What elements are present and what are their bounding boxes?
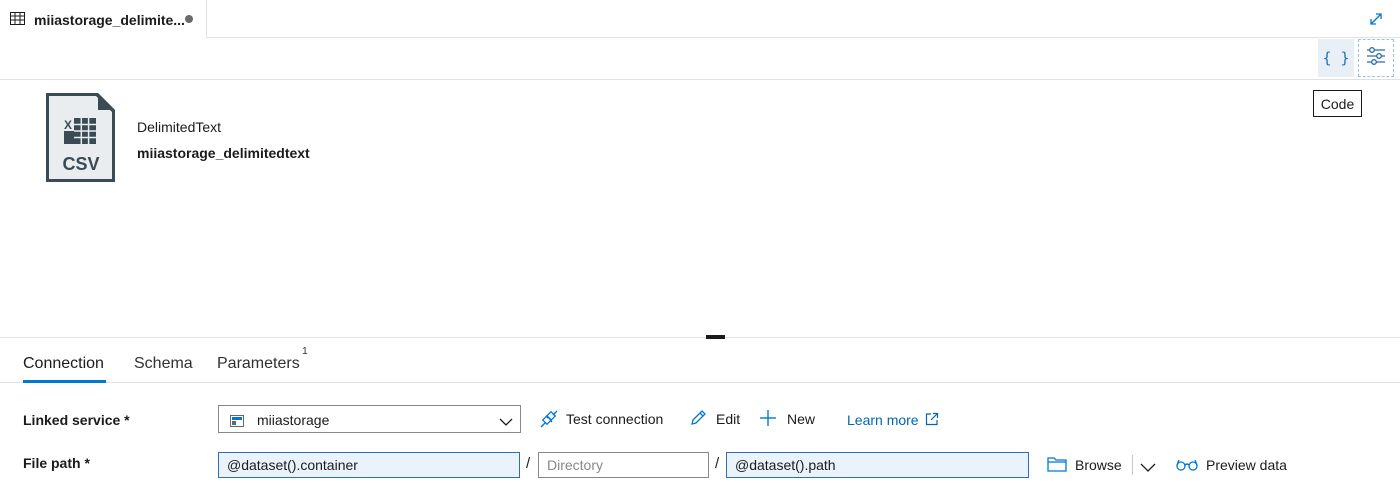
plug-icon: [540, 410, 558, 428]
table-icon: [10, 12, 25, 30]
parameters-count-badge: 1: [302, 346, 308, 357]
dataset-name: miiastorage_delimitedtext: [137, 145, 310, 161]
new-label: New: [787, 411, 816, 427]
plus-icon: [760, 410, 776, 426]
glasses-icon: [1176, 459, 1198, 471]
document-tab-title: miiastorage_delimite...: [34, 12, 185, 28]
button-divider: [1132, 455, 1133, 475]
edit-label: Edit: [716, 411, 741, 427]
properties-button[interactable]: [1358, 39, 1394, 77]
directory-input[interactable]: Directory: [538, 452, 709, 478]
preview-data-label: Preview data: [1206, 457, 1287, 473]
linked-service-label: Linked service *: [23, 412, 130, 428]
path-separator: /: [715, 455, 720, 472]
folder-icon: [1047, 457, 1067, 472]
dataset-toolbar: { }: [0, 38, 1400, 80]
container-input[interactable]: @dataset().container: [218, 452, 520, 478]
learn-more-label: Learn more: [847, 412, 919, 428]
pencil-icon: [691, 410, 706, 425]
sliders-icon: [1366, 46, 1386, 70]
browse-options-chevron-down-icon[interactable]: [1140, 459, 1156, 477]
tab-parameters[interactable]: Parameters 1: [217, 346, 308, 373]
linked-service-select[interactable]: miiastorage: [218, 405, 521, 433]
linked-service-value: miiastorage: [257, 412, 330, 428]
dataset-document-tab[interactable]: miiastorage_delimite...: [0, 0, 207, 38]
code-button[interactable]: { }: [1318, 39, 1354, 77]
test-connection-label: Test connection: [566, 411, 664, 427]
unsaved-indicator-icon: [185, 15, 193, 23]
code-icon: { }: [1322, 49, 1350, 67]
dataset-tabs: Connection Schema Parameters 1: [0, 340, 1400, 383]
external-link-icon: [926, 412, 939, 426]
learn-more-link[interactable]: Learn more: [847, 412, 939, 428]
svg-text:X: X: [64, 118, 72, 132]
chevron-down-icon: [499, 414, 513, 432]
document-tab-strip: miiastorage_delimite...: [0, 0, 1400, 38]
file-path-label: File path *: [23, 455, 90, 471]
code-tooltip: Code: [1313, 90, 1362, 117]
file-name-input[interactable]: @dataset().path: [726, 452, 1029, 478]
path-separator: /: [526, 455, 531, 472]
tab-parameters-label: Parameters: [217, 355, 300, 372]
tab-schema[interactable]: Schema: [134, 355, 193, 373]
pane-splitter[interactable]: [0, 337, 1400, 338]
csv-icon-label: CSV: [62, 154, 99, 174]
storage-account-icon: [230, 414, 244, 432]
tab-connection[interactable]: Connection: [23, 355, 104, 373]
csv-file-icon: X CSV: [44, 91, 117, 189]
expand-icon[interactable]: [1368, 11, 1384, 27]
dataset-type: DelimitedText: [137, 119, 222, 135]
active-tab-indicator: [23, 380, 106, 383]
browse-label: Browse: [1075, 457, 1122, 473]
splitter-grip-handle[interactable]: [706, 335, 725, 339]
